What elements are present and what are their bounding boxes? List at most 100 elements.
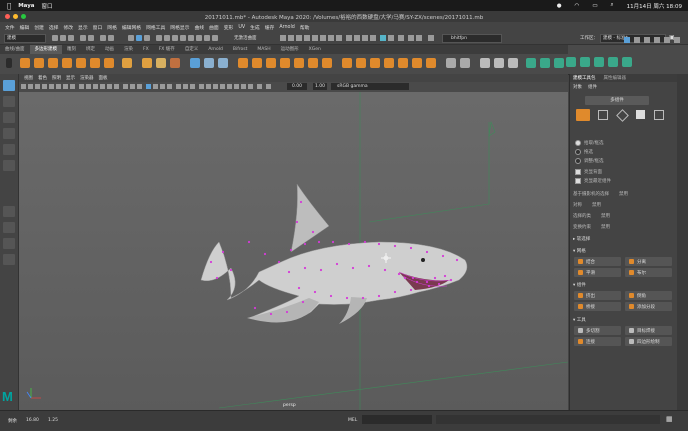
- combine-button[interactable]: 结合: [574, 257, 621, 266]
- bridge-button[interactable]: 桥接: [574, 302, 621, 311]
- connect-button[interactable]: 连接: [574, 337, 621, 346]
- transform-constraint-row[interactable]: 变换约束 禁用: [573, 224, 610, 230]
- menu-mesh-tools[interactable]: 网格工具: [146, 24, 165, 31]
- select-option-tweak[interactable]: 调整/框选: [575, 158, 604, 164]
- menu-display[interactable]: 显示: [78, 24, 88, 31]
- intersect-icon[interactable]: [280, 58, 290, 68]
- tab-fx[interactable]: FX: [138, 45, 154, 54]
- four-view-icon[interactable]: [3, 222, 15, 233]
- menu-file[interactable]: 文件: [5, 24, 15, 31]
- menu-modify[interactable]: 修改: [63, 24, 73, 31]
- extrude-button[interactable]: 挤出: [574, 291, 621, 300]
- combine-icon[interactable]: [190, 58, 200, 68]
- poly-cylinder-icon[interactable]: [48, 58, 58, 68]
- tab-rigging[interactable]: 绑定: [81, 45, 100, 54]
- menu-edit[interactable]: 编辑: [20, 24, 30, 31]
- minimize-icon[interactable]: [13, 14, 18, 19]
- vertex-mode-icon[interactable]: [598, 110, 608, 120]
- select-option-drag[interactable]: 拖选: [575, 149, 593, 155]
- separate-button[interactable]: 分离: [625, 257, 672, 266]
- super-shape-icon[interactable]: [142, 58, 152, 68]
- section-components[interactable]: ▾ 组件: [573, 282, 586, 288]
- wifi-icon[interactable]: ◠: [575, 3, 580, 9]
- auto-uv-icon[interactable]: [554, 58, 564, 68]
- close-icon[interactable]: [5, 14, 10, 19]
- uv-cut-icon[interactable]: [608, 57, 618, 67]
- poly-sphere-icon[interactable]: [20, 58, 30, 68]
- quad-draw-button[interactable]: 四边形绘制: [625, 337, 672, 346]
- tab-bifrost[interactable]: Bifrost: [228, 45, 253, 54]
- tab-mash[interactable]: MASH: [252, 45, 275, 54]
- union-icon[interactable]: [252, 58, 262, 68]
- menu-components[interactable]: 组件: [588, 84, 597, 90]
- quad-draw-icon[interactable]: [494, 58, 504, 68]
- panel-toggle-icons[interactable]: [622, 36, 686, 44]
- menu-edit-mesh[interactable]: 编辑网格: [122, 24, 141, 31]
- selection-class-row[interactable]: 选择的类 禁用: [573, 213, 610, 219]
- move-tool-icon[interactable]: [3, 128, 15, 139]
- tab-curves-surfaces[interactable]: 曲线/曲面: [0, 45, 30, 54]
- select-option-pick[interactable]: 拾取/框选: [575, 140, 604, 146]
- tab-sculpting[interactable]: 雕刻: [62, 45, 81, 54]
- command-line-input[interactable]: [362, 415, 432, 424]
- vp-menu-show[interactable]: 显示: [66, 75, 75, 81]
- bridge-icon[interactable]: [356, 58, 366, 68]
- sweep-mesh-icon[interactable]: [122, 58, 132, 68]
- menu-help[interactable]: 帮助: [300, 24, 310, 31]
- planar-uv-icon[interactable]: [540, 58, 550, 68]
- poly-plane-icon[interactable]: [90, 58, 100, 68]
- section-tools[interactable]: ▾ 工具: [573, 317, 586, 323]
- colorspace-dropdown[interactable]: sRGB gamma: [331, 83, 409, 90]
- smooth-icon[interactable]: [218, 58, 228, 68]
- target-weld-icon[interactable]: [508, 58, 518, 68]
- select-tool-icon[interactable]: [3, 80, 15, 91]
- target-weld-button[interactable]: 目标焊接: [625, 326, 672, 335]
- viewport-persp[interactable]: persp: [19, 92, 568, 410]
- menu-curves[interactable]: 曲线: [194, 24, 204, 31]
- edge-mode-icon[interactable]: [616, 109, 629, 122]
- check-nearest[interactable]: 亮显最近组件: [575, 178, 611, 184]
- uv-mode-icon[interactable]: [654, 110, 664, 120]
- add-divisions-button[interactable]: 添加分段: [625, 302, 672, 311]
- menu-window[interactable]: 窗口: [93, 24, 103, 31]
- camera-based-row[interactable]: 基于摄影机的选择 禁用: [573, 191, 628, 197]
- append-icon[interactable]: [384, 58, 394, 68]
- section-mesh[interactable]: ▾ 网格: [573, 248, 586, 254]
- battery-icon[interactable]: ▭: [592, 3, 597, 9]
- menu-select[interactable]: 选择: [49, 24, 59, 31]
- paint-select-icon[interactable]: [3, 112, 15, 123]
- search-icon[interactable]: ⌕: [611, 2, 614, 9]
- boolean-button[interactable]: 布尔: [625, 268, 672, 277]
- uv-unfold-icon[interactable]: [580, 57, 590, 67]
- object-mode-icon[interactable]: [576, 109, 590, 121]
- two-view-icon[interactable]: [3, 238, 15, 249]
- svg-icon[interactable]: [170, 58, 180, 68]
- poly-cone-icon[interactable]: [62, 58, 72, 68]
- menu-surfaces[interactable]: 曲面: [209, 24, 219, 31]
- type-icon[interactable]: [156, 58, 166, 68]
- menu-mesh-display[interactable]: 网格显示: [170, 24, 189, 31]
- menu-deform[interactable]: 变形: [224, 24, 234, 31]
- separate-icon[interactable]: [204, 58, 214, 68]
- bool-icon[interactable]: [238, 58, 248, 68]
- tab-rendering[interactable]: 渲染: [119, 45, 138, 54]
- menu-objects[interactable]: 对象: [573, 84, 582, 90]
- window-menu[interactable]: 窗口: [42, 2, 53, 10]
- wedge-icon[interactable]: [412, 58, 422, 68]
- mel-label[interactable]: MEL: [348, 418, 357, 423]
- vp-menu-lighting[interactable]: 照明: [52, 75, 61, 81]
- single-view-icon[interactable]: [3, 206, 15, 217]
- exposure-field[interactable]: 0.00: [287, 83, 307, 90]
- tab-custom[interactable]: 自定义: [180, 45, 204, 54]
- poke-icon[interactable]: [398, 58, 408, 68]
- check-backface[interactable]: 亮显背面: [575, 169, 602, 175]
- outliner-icon[interactable]: [3, 254, 15, 265]
- bevel-icon[interactable]: [370, 58, 380, 68]
- poly-disc-icon[interactable]: [104, 58, 114, 68]
- menu-create[interactable]: 创建: [34, 24, 44, 31]
- apple-icon[interactable]: : [7, 2, 11, 10]
- vp-menu-renderer[interactable]: 渲染器: [80, 75, 94, 81]
- no-live-surface[interactable]: 无激活曲面: [234, 35, 257, 41]
- script-editor-icon[interactable]: ▦: [666, 415, 673, 423]
- collapse-icon[interactable]: [426, 58, 436, 68]
